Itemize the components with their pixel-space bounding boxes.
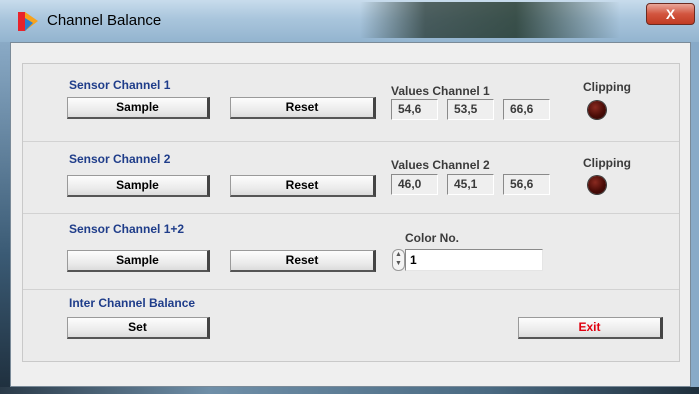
section-title: Inter Channel Balance [69,296,196,310]
section-channel-1: Sensor Channel 1 Sample Reset Values Cha… [23,64,679,142]
sample-button-ch2[interactable]: Sample [67,175,210,197]
reset-button-ch1[interactable]: Reset [230,97,376,119]
window-frame-left [0,42,10,394]
window-title: Channel Balance [47,12,162,29]
section-channel-1-2: Sensor Channel 1+2 Sample Reset Color No… [23,214,679,290]
exit-button[interactable]: Exit [518,317,663,339]
sample-button-ch1[interactable]: Sample [67,97,210,119]
section-title: Sensor Channel 1+2 [69,222,185,236]
clipping-label-ch1: Clipping [583,80,631,94]
section-title: Sensor Channel 1 [69,78,171,92]
set-button[interactable]: Set [67,317,210,339]
reset-button-ch2[interactable]: Reset [230,175,376,197]
reset-button-ch12[interactable]: Reset [230,250,376,272]
section-title: Sensor Channel 2 [69,152,171,166]
value-field: 54,6 [391,99,438,120]
app-icon [18,12,38,31]
title-bar[interactable]: Channel Balance X [0,0,699,42]
value-field: 46,0 [391,174,438,195]
color-label: Color No. [405,231,459,245]
clipping-led-ch2 [588,176,606,194]
title-bar-background [360,2,620,38]
main-panel: Sensor Channel 1 Sample Reset Values Cha… [22,63,680,362]
clipping-led-ch1 [588,101,606,119]
sample-button-ch12[interactable]: Sample [67,250,210,272]
values-label-ch1: Values Channel 1 [391,84,490,98]
value-field: 45,1 [447,174,494,195]
color-spinner-icon[interactable]: ▲ ▼ [392,249,405,271]
clipping-label-ch2: Clipping [583,156,631,170]
window-frame-bottom [0,387,699,394]
section-channel-2: Sensor Channel 2 Sample Reset Values Cha… [23,142,679,214]
value-field: 56,6 [503,174,550,195]
value-field: 53,5 [447,99,494,120]
color-number-input[interactable]: 1 [405,249,543,271]
window: Channel Balance X Sensor Channel 1 Sampl… [0,0,699,394]
close-button[interactable]: X [646,3,695,25]
section-balance: Inter Channel Balance Set Exit [23,290,679,362]
value-field: 66,6 [503,99,550,120]
values-label-ch2: Values Channel 2 [391,158,490,172]
